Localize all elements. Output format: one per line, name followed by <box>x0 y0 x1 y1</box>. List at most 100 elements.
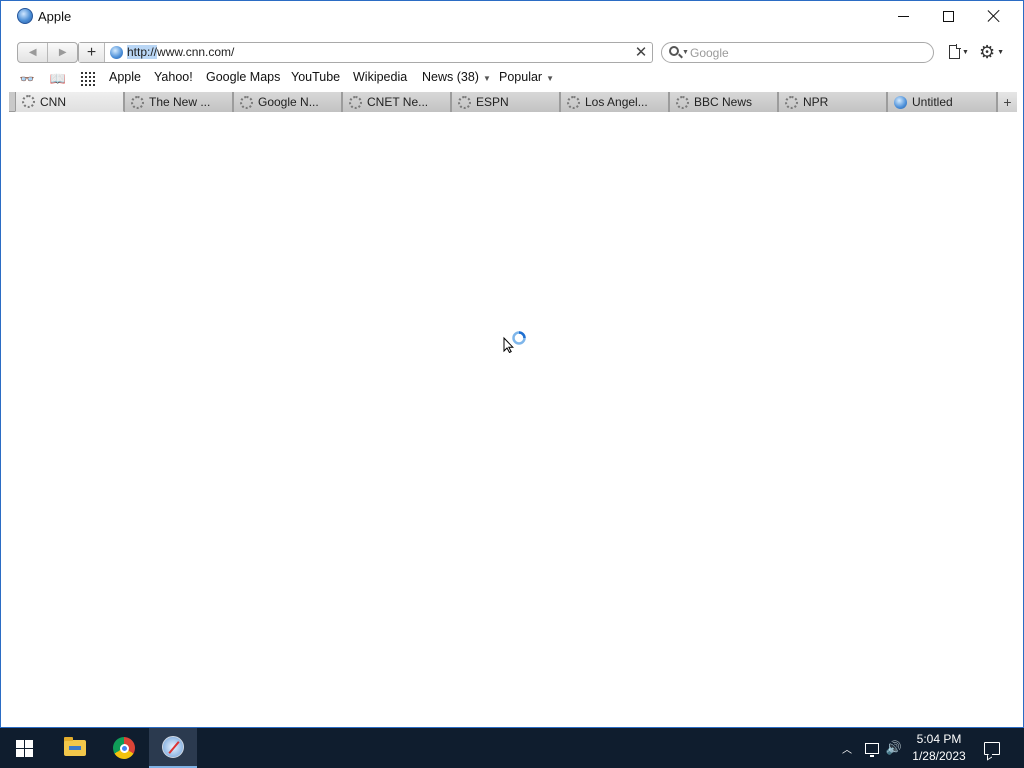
forward-button[interactable]: ▶ <box>47 43 77 62</box>
tab-the-new-york-times[interactable]: The New ... <box>124 92 233 112</box>
tab-untitled[interactable]: Untitled <box>887 92 997 112</box>
tab-cnet-news[interactable]: CNET Ne... <box>342 92 451 112</box>
bookmark-apple[interactable]: Apple <box>109 70 141 84</box>
bookmark-wikipedia[interactable]: Wikipedia <box>353 70 407 84</box>
safari-globe-icon <box>17 8 33 24</box>
page-content[interactable] <box>9 113 1017 721</box>
folder-icon <box>64 737 86 756</box>
bookmark-popular-folder[interactable]: Popular ▼ <box>499 70 554 84</box>
loading-spinner-icon <box>676 95 689 109</box>
bookmarks-bar: 👓 📖 Apple Yahoo! Google Maps YouTube Wik… <box>9 69 1017 89</box>
plus-icon: + <box>86 43 97 61</box>
gear-icon: ⚙ <box>979 42 996 62</box>
chevron-down-icon: ▼ <box>997 48 1005 56</box>
url-selected-text: http:// <box>127 45 158 59</box>
search-bar[interactable]: ▼ <box>661 42 934 63</box>
toolbar: ◀ ▶ + http://www.cnn.com/ ✕ ▼ ▼ ⚙ ▼ <box>9 37 1017 67</box>
loading-spinner-icon <box>349 95 362 109</box>
maximize-icon <box>942 10 954 22</box>
loading-spinner-icon <box>131 95 144 109</box>
tab-los-angeles-times[interactable]: Los Angel... <box>560 92 669 112</box>
taskbar-file-explorer[interactable] <box>51 728 99 768</box>
bookmark-youtube[interactable]: YouTube <box>291 70 340 84</box>
tab-label: Google N... <box>258 95 319 109</box>
grid-icon <box>81 72 95 86</box>
safari-icon <box>162 736 184 758</box>
new-tab-button[interactable]: + <box>997 92 1017 112</box>
globe-icon <box>894 95 907 109</box>
tab-label: CNN <box>40 94 66 109</box>
tab-bbc-news[interactable]: BBC News <box>669 92 778 112</box>
search-menu-caret-icon: ▼ <box>682 49 689 56</box>
bookmark-yahoo[interactable]: Yahoo! <box>154 70 193 84</box>
book-icon: 📖 <box>49 71 67 86</box>
close-icon <box>987 9 1001 23</box>
notification-icon <box>984 741 1000 755</box>
page-menu-button[interactable]: ▼ <box>949 43 975 61</box>
add-bookmark-button[interactable]: + <box>79 43 105 62</box>
tab-npr[interactable]: NPR <box>778 92 887 112</box>
taskbar-safari[interactable] <box>149 728 197 768</box>
start-button[interactable] <box>0 728 48 768</box>
tab-espn[interactable]: ESPN <box>451 92 560 112</box>
bookmark-news-label: News (38) <box>422 70 479 84</box>
network-icon <box>865 742 879 757</box>
tab-label: ESPN <box>476 95 509 109</box>
address-bar[interactable]: + http://www.cnn.com/ ✕ <box>78 42 653 63</box>
minimize-button[interactable] <box>880 1 926 31</box>
taskbar: ︿ 🔊 5:04 PM 1/28/2023 <box>0 728 1024 768</box>
glasses-icon: 👓 <box>19 72 35 86</box>
browser-window: Apple ◀ ▶ + http://www.cnn.com/ ✕ ▼ ▼ ⚙ … <box>0 0 1024 728</box>
chevron-up-icon: ︿ <box>842 744 852 756</box>
clock-time: 5:04 PM <box>916 732 962 746</box>
chevron-down-icon: ▼ <box>962 48 969 56</box>
busy-cursor-icon <box>503 331 526 353</box>
window-title: Apple <box>38 9 72 24</box>
title-bar: Apple <box>1 1 1023 33</box>
tab-cnn[interactable]: CNN <box>15 92 124 112</box>
settings-menu-button[interactable]: ⚙ ▼ <box>979 42 1009 62</box>
bookmark-popular-label: Popular <box>499 70 543 84</box>
windows-logo-icon <box>15 739 33 757</box>
site-globe-icon <box>110 46 123 59</box>
network-button[interactable] <box>862 728 882 768</box>
page-icon <box>949 44 961 59</box>
chevron-down-icon: ▼ <box>482 74 491 83</box>
maximize-button[interactable] <box>925 1 971 31</box>
tab-bar: CNN The New ... Google N... CNET Ne... E… <box>9 92 1017 112</box>
tab-google-news[interactable]: Google N... <box>233 92 342 112</box>
chrome-icon <box>113 737 135 759</box>
x-icon: ✕ <box>634 44 648 61</box>
volume-button[interactable]: 🔊 <box>884 728 904 768</box>
back-arrow-icon: ◀ <box>28 47 37 58</box>
clock[interactable]: 5:04 PM 1/28/2023 <box>906 731 972 765</box>
search-input[interactable] <box>690 44 920 61</box>
tab-label: The New ... <box>149 95 211 109</box>
minimize-icon <box>897 15 909 17</box>
loading-spinner-icon <box>785 95 798 109</box>
tab-label: Los Angel... <box>585 95 648 109</box>
clock-date: 1/28/2023 <box>912 749 966 763</box>
speaker-icon: 🔊 <box>885 740 903 755</box>
loading-spinner-icon <box>240 95 253 109</box>
tab-label: BBC News <box>694 95 753 109</box>
show-bookmarks-button[interactable]: 📖 <box>48 71 68 87</box>
top-sites-button[interactable] <box>80 71 96 87</box>
tab-label: Untitled <box>912 95 953 109</box>
close-button[interactable] <box>971 1 1017 31</box>
bookmark-news-folder[interactable]: News (38) ▼ <box>422 70 491 84</box>
action-center-button[interactable] <box>980 728 1004 768</box>
plus-icon: + <box>1003 94 1012 110</box>
taskbar-chrome[interactable] <box>100 728 148 768</box>
loading-spinner-icon <box>22 95 35 108</box>
reading-list-button[interactable]: 👓 <box>15 71 39 87</box>
stop-loading-button[interactable]: ✕ <box>633 44 649 61</box>
nav-buttons: ◀ ▶ <box>17 42 78 63</box>
bookmark-google-maps[interactable]: Google Maps <box>206 70 280 84</box>
search-icon[interactable] <box>669 46 679 56</box>
back-button[interactable]: ◀ <box>18 43 47 62</box>
forward-arrow-icon: ▶ <box>58 47 67 58</box>
url-rest-text: www.cnn.com/ <box>157 45 235 59</box>
show-hidden-icons-button[interactable]: ︿ <box>838 728 856 768</box>
url-text[interactable]: http://www.cnn.com/ <box>127 45 234 59</box>
